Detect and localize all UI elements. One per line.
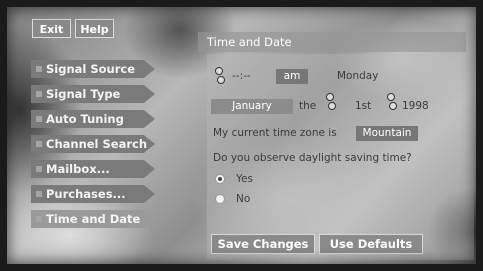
save-changes-button[interactable]: Save Changes xyxy=(211,234,315,254)
help-button[interactable]: Help xyxy=(75,19,114,38)
hour-spinner-icon[interactable] xyxy=(215,67,225,85)
dst-no-label: No xyxy=(236,193,251,205)
dst-question: Do you observe daylight saving time? xyxy=(213,152,412,164)
nav-item-signal-source[interactable]: Signal Source xyxy=(31,60,155,78)
nav-item-label: Signal Source xyxy=(46,62,136,76)
exit-button[interactable]: Exit xyxy=(32,19,71,38)
bullet-icon xyxy=(36,91,42,97)
nav-item-label: Mailbox... xyxy=(46,162,110,176)
dst-no-radio[interactable] xyxy=(215,194,225,204)
bullet-icon xyxy=(36,216,42,222)
use-defaults-button[interactable]: Use Defaults xyxy=(319,234,423,254)
nav-item-mailbox[interactable]: Mailbox... xyxy=(31,160,155,178)
dst-yes-label: Yes xyxy=(236,173,253,185)
year-spinner-icon[interactable] xyxy=(387,93,397,111)
nav-item-label: Channel Search xyxy=(46,137,148,151)
nav-item-label: Time and Date xyxy=(46,212,141,226)
weekday-label: Monday xyxy=(337,70,379,82)
panel-title: Time and Date xyxy=(198,32,466,52)
time-value: --:-- xyxy=(232,70,251,82)
ampm-field[interactable]: am xyxy=(276,69,308,84)
nav-item-auto-tuning[interactable]: Auto Tuning xyxy=(31,110,155,128)
nav-item-signal-type[interactable]: Signal Type xyxy=(31,85,155,103)
day-spinner-icon[interactable] xyxy=(326,93,336,111)
bullet-icon xyxy=(36,116,42,122)
year-value: 1998 xyxy=(402,100,429,112)
month-field[interactable]: January xyxy=(211,99,293,114)
nav-item-label: Purchases... xyxy=(46,187,126,201)
timezone-field[interactable]: Mountain xyxy=(356,126,418,141)
bullet-icon xyxy=(36,191,42,197)
bullet-icon xyxy=(36,66,42,72)
nav-item-time-and-date[interactable]: Time and Date xyxy=(31,210,155,228)
timezone-label: My current time zone is xyxy=(213,127,337,139)
the-label: the xyxy=(299,100,317,112)
bullet-icon xyxy=(36,166,42,172)
nav-item-channel-search[interactable]: Channel Search xyxy=(31,135,155,153)
nav-item-purchases[interactable]: Purchases... xyxy=(31,185,155,203)
nav-item-label: Auto Tuning xyxy=(46,112,124,126)
nav-item-label: Signal Type xyxy=(46,87,121,101)
dst-yes-radio[interactable] xyxy=(215,174,225,184)
day-value: 1st xyxy=(355,100,372,112)
bullet-icon xyxy=(36,141,42,147)
